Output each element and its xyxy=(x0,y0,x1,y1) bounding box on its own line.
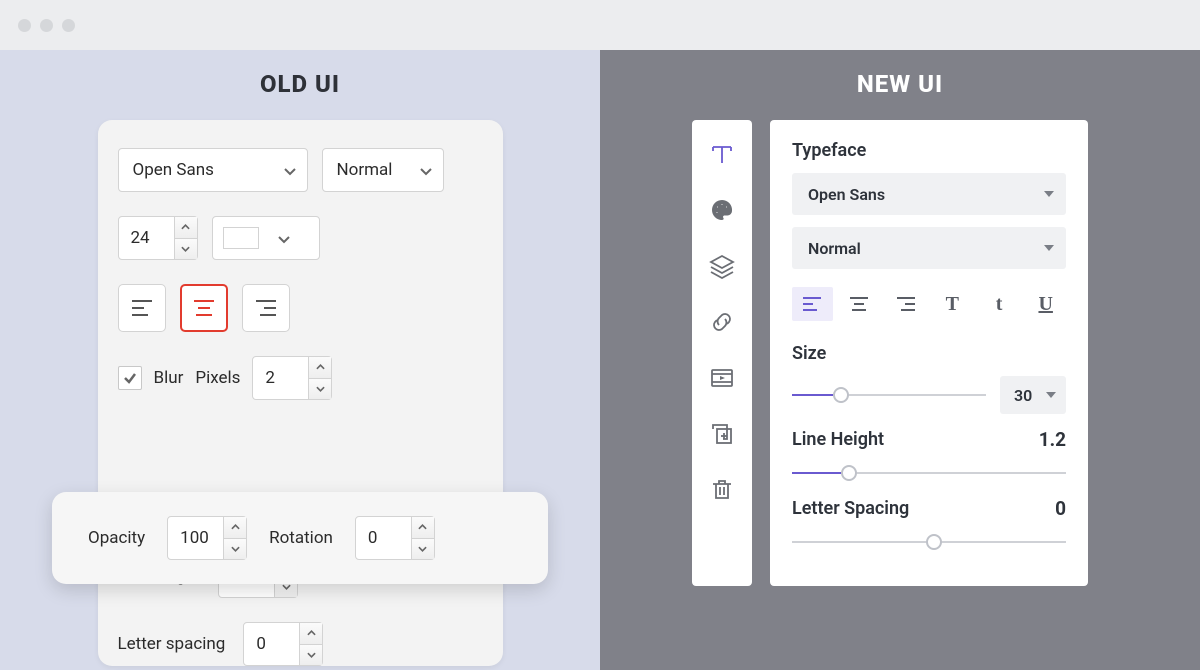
line-height-value: 1.2 xyxy=(1039,428,1066,451)
step-up-icon[interactable] xyxy=(412,517,434,539)
old-panel: Open Sans Normal 24 xyxy=(98,120,503,666)
font-select[interactable]: Open Sans xyxy=(792,173,1066,215)
weight-select-value: Normal xyxy=(808,239,861,258)
window-dot xyxy=(62,19,75,32)
align-center-button[interactable] xyxy=(839,287,880,321)
font-select[interactable]: Open Sans xyxy=(118,148,308,192)
underline-button[interactable]: U xyxy=(1025,287,1066,321)
caret-down-icon xyxy=(1044,245,1054,251)
font-select-value: Open Sans xyxy=(808,185,885,204)
uppercase-button[interactable]: T xyxy=(932,287,973,321)
chevron-down-icon xyxy=(277,231,291,245)
type-icon[interactable] xyxy=(698,130,746,178)
old-header: OLD UI xyxy=(0,70,600,98)
typeface-label: Typeface xyxy=(792,140,1066,161)
size-value-select[interactable]: 30 xyxy=(1000,376,1066,414)
float-card: Opacity 100 Rotation 0 xyxy=(52,492,548,584)
chevron-down-icon xyxy=(283,163,297,177)
link-icon[interactable] xyxy=(698,298,746,346)
step-up-icon[interactable] xyxy=(309,357,331,379)
window-dot xyxy=(40,19,53,32)
weight-select[interactable]: Normal xyxy=(792,227,1066,269)
step-down-icon[interactable] xyxy=(224,539,246,560)
new-panel: Typeface Open Sans Normal T t U xyxy=(770,120,1088,586)
letter-spacing-label: Letter spacing xyxy=(118,634,226,654)
sidebar xyxy=(692,120,752,586)
letter-spacing-stepper[interactable]: 0 xyxy=(243,622,323,666)
blur-pixels-value: 2 xyxy=(253,357,309,399)
font-size-value: 24 xyxy=(119,217,175,259)
lowercase-button[interactable]: t xyxy=(979,287,1020,321)
step-up-icon[interactable] xyxy=(300,623,322,645)
duplicate-icon[interactable] xyxy=(698,410,746,458)
opacity-value: 100 xyxy=(168,517,224,559)
opacity-label: Opacity xyxy=(88,528,145,548)
letter-spacing-slider[interactable] xyxy=(792,532,1066,552)
step-down-icon[interactable] xyxy=(175,239,197,260)
rotation-value: 0 xyxy=(356,517,412,559)
letter-spacing-label: Letter Spacing xyxy=(792,498,909,519)
trash-icon[interactable] xyxy=(698,466,746,514)
align-center-button[interactable] xyxy=(180,284,228,332)
letter-spacing-value: 0 xyxy=(244,623,300,665)
rotation-stepper[interactable]: 0 xyxy=(355,516,435,560)
font-size-stepper[interactable]: 24 xyxy=(118,216,198,260)
window-dot xyxy=(18,19,31,32)
weight-select[interactable]: Normal xyxy=(322,148,444,192)
line-height-slider[interactable] xyxy=(792,463,1066,483)
rotation-label: Rotation xyxy=(269,528,333,548)
step-down-icon[interactable] xyxy=(300,645,322,666)
caret-down-icon xyxy=(1046,392,1056,398)
step-up-icon[interactable] xyxy=(175,217,197,239)
opacity-stepper[interactable]: 100 xyxy=(167,516,247,560)
palette-icon[interactable] xyxy=(698,186,746,234)
align-right-button[interactable] xyxy=(885,287,926,321)
line-height-label: Line Height xyxy=(792,429,884,450)
old-ui-pane: OLD UI Open Sans Normal 24 xyxy=(0,50,600,670)
font-select-value: Open Sans xyxy=(133,160,214,180)
align-right-button[interactable] xyxy=(242,284,290,332)
size-slider[interactable] xyxy=(792,385,986,405)
letter-spacing-value: 0 xyxy=(1055,497,1066,520)
blur-label: Blur xyxy=(154,368,184,388)
layers-icon[interactable] xyxy=(698,242,746,290)
size-value: 30 xyxy=(1014,386,1032,405)
weight-select-value: Normal xyxy=(337,160,393,180)
blur-pixels-stepper[interactable]: 2 xyxy=(252,356,332,400)
new-ui-pane: NEW UI xyxy=(600,50,1200,670)
browser-titlebar xyxy=(0,0,1200,50)
step-down-icon[interactable] xyxy=(412,539,434,560)
caret-down-icon xyxy=(1044,191,1054,197)
size-label: Size xyxy=(792,343,1066,364)
step-down-icon[interactable] xyxy=(309,379,331,400)
step-up-icon[interactable] xyxy=(224,517,246,539)
color-select[interactable] xyxy=(212,216,320,260)
color-swatch xyxy=(223,227,259,249)
video-icon[interactable] xyxy=(698,354,746,402)
pixels-label: Pixels xyxy=(195,368,240,388)
chevron-down-icon xyxy=(419,163,433,177)
new-header: NEW UI xyxy=(600,70,1200,98)
blur-checkbox[interactable] xyxy=(118,366,142,390)
align-left-button[interactable] xyxy=(118,284,166,332)
align-left-button[interactable] xyxy=(792,287,833,321)
